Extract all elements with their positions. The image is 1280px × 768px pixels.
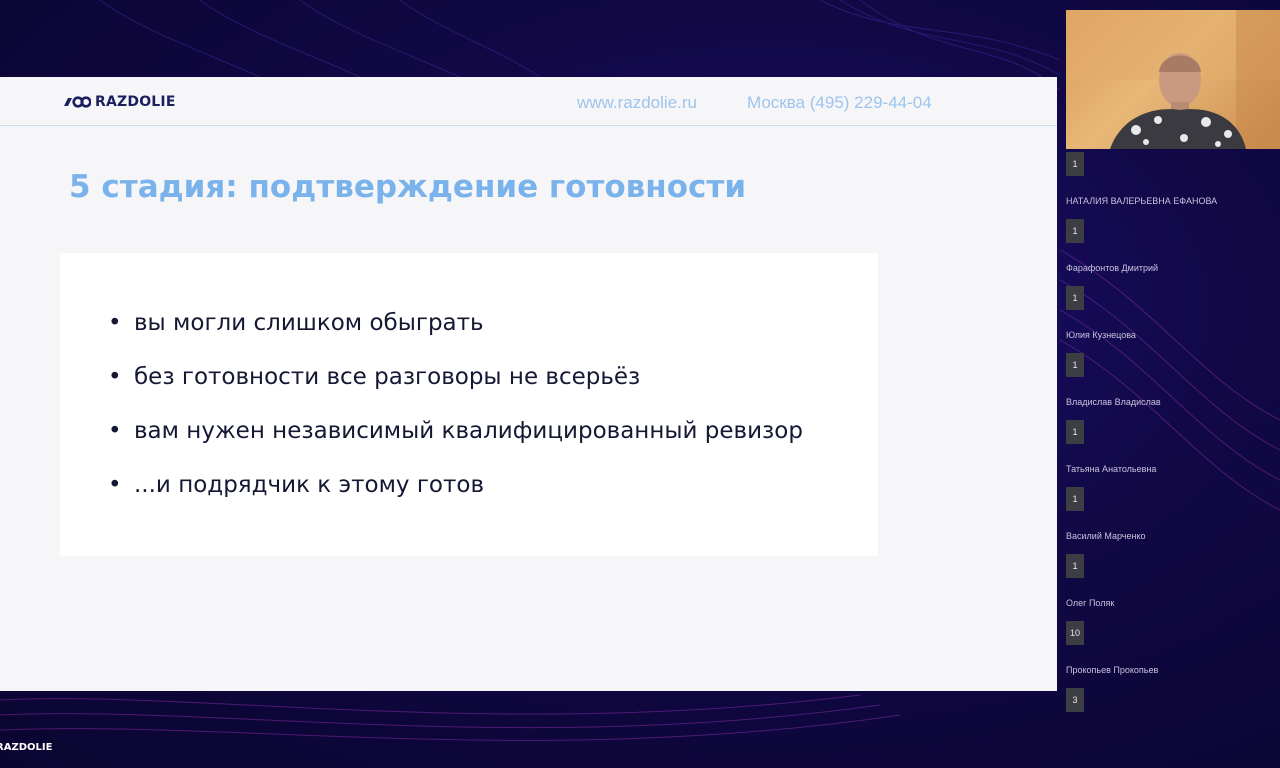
speaker-silhouette-icon (1066, 10, 1280, 149)
participant-name: Фарафонтов Дмитрий (1066, 263, 1159, 273)
participant-name: Юлия Кузнецова (1066, 330, 1136, 340)
logo-text: RAZDOLIE (95, 94, 176, 110)
participant-item[interactable]: 10 Прокопьев Прокопьев (1066, 621, 1280, 688)
bottom-logo-text: RAZDOLIE (0, 742, 53, 753)
participant-name: Олег Поляк (1066, 598, 1115, 608)
bullet-item: вы могли слишком обыграть (108, 308, 803, 362)
participant-name: Василий Марченко (1066, 531, 1146, 541)
participant-item[interactable]: 1 Фарафонтов Дмитрий (1066, 219, 1280, 286)
razdolie-logo: RAZDOLIE (61, 94, 176, 110)
participant-item[interactable]: 1 Василий Марченко (1066, 487, 1280, 554)
content-box: вы могли слишком обыграть без готовности… (60, 253, 878, 556)
bullet-item: без готовности все разговоры не всерьёз (108, 362, 803, 416)
participant-count-badge: 1 (1066, 420, 1084, 444)
site-url: www.razdolie.ru (577, 93, 697, 112)
participant-item[interactable]: 3 (1066, 688, 1280, 755)
slide-header: RAZDOLIE www.razdolie.ru Москва (495) 22… (0, 77, 1057, 126)
participant-item[interactable]: 1 Татьяна Анатольевна (1066, 420, 1280, 487)
participant-count-badge: 1 (1066, 353, 1084, 377)
logo-mark-icon (64, 96, 91, 108)
bullet-item: ...и подрядчик к этому готов (108, 470, 803, 524)
participant-count-badge: 1 (1066, 554, 1084, 578)
slide-title: 5 стадия: подтверждение готовности (69, 169, 747, 205)
participant-count-badge: 1 (1066, 152, 1084, 176)
participant-count-badge: 3 (1066, 688, 1084, 712)
video-conference-stage: RAZDOLIE www.razdolie.ru Москва (495) 22… (0, 0, 1280, 768)
bullet-item: вам нужен независимый квалифицированный … (108, 416, 803, 470)
participant-count-badge: 10 (1066, 621, 1084, 645)
bullet-list: вы могли слишком обыграть без готовности… (108, 308, 803, 524)
participant-name: Владислав Владислав (1066, 397, 1161, 407)
participant-name: Татьяна Анатольевна (1066, 464, 1157, 474)
participant-name: Прокопьев Прокопьев (1066, 665, 1159, 675)
participant-item[interactable]: 1 Олег Поляк (1066, 554, 1280, 621)
participant-count-badge: 1 (1066, 219, 1084, 243)
presentation-slide: RAZDOLIE www.razdolie.ru Москва (495) 22… (0, 77, 1057, 691)
contact-phone: Москва (495) 229-44-04 (747, 93, 932, 112)
participant-count-badge: 1 (1066, 286, 1084, 310)
participant-count-badge: 1 (1066, 487, 1084, 511)
speaker-webcam-video[interactable] (1066, 10, 1280, 149)
participant-item[interactable]: 1 Владислав Владислав (1066, 353, 1280, 420)
participant-name: НАТАЛИЯ ВАЛЕРЬЕВНА ЕФАНОВА (1066, 196, 1218, 206)
participant-item[interactable]: 1 Юлия Кузнецова (1066, 286, 1280, 353)
participants-list: 1 НАТАЛИЯ ВАЛЕРЬЕВНА ЕФАНОВА 1 Фарафонто… (1066, 152, 1280, 755)
participant-item[interactable]: 1 НАТАЛИЯ ВАЛЕРЬЕВНА ЕФАНОВА (1066, 152, 1280, 219)
